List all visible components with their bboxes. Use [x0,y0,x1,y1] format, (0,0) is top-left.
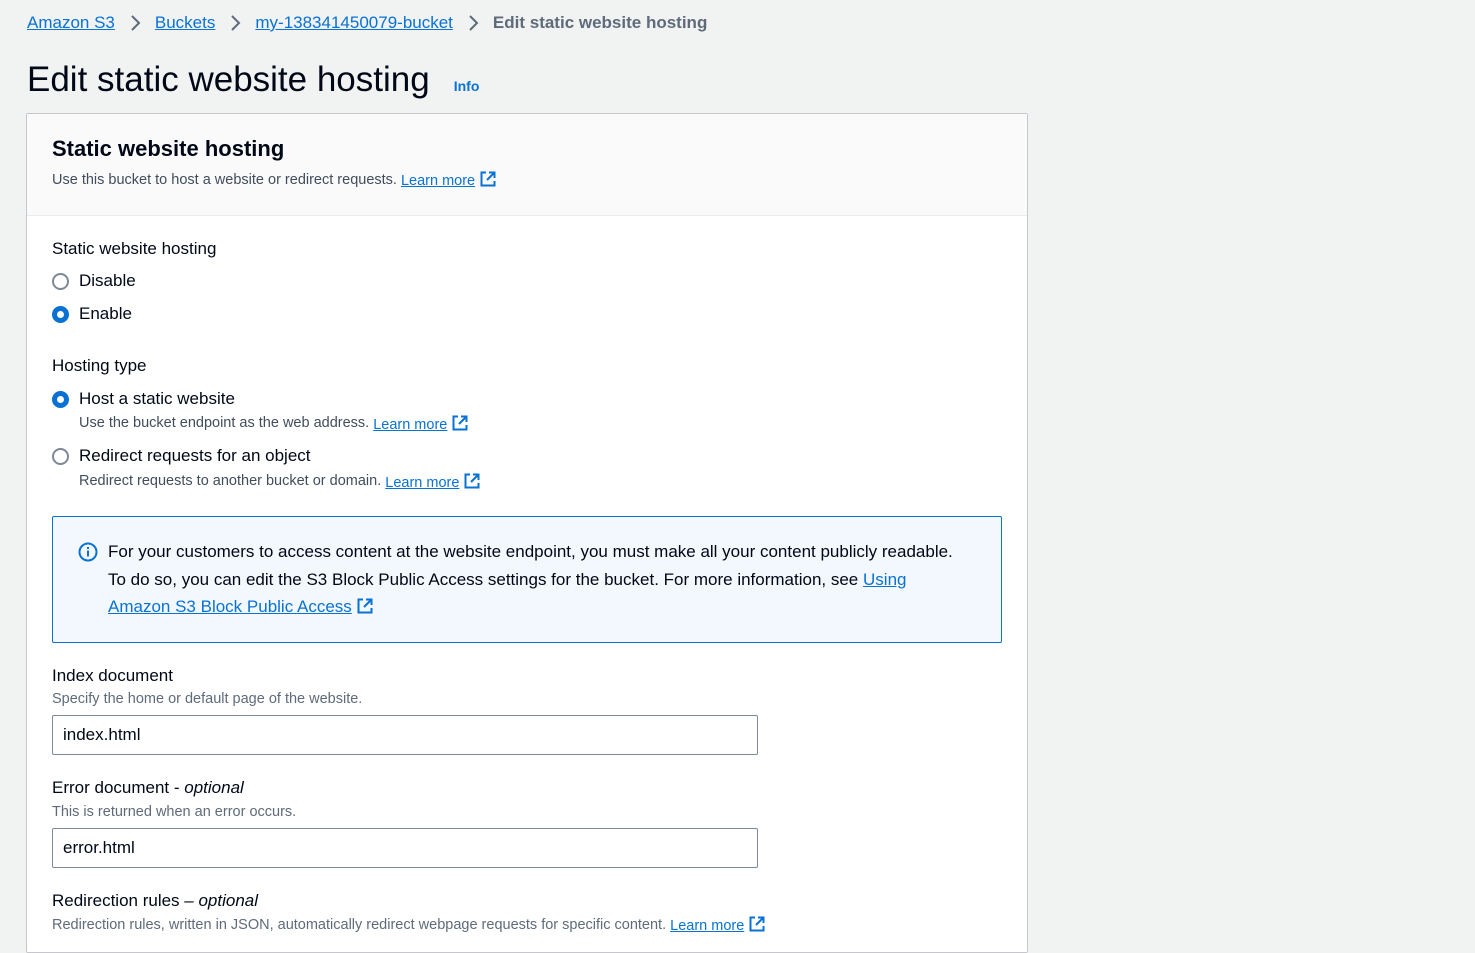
radio-description: Redirect requests to another bucket or d… [52,470,481,492]
external-link-icon [451,414,469,432]
index-document-input[interactable]: index.html [52,715,758,755]
panel-description-text: Use this bucket to host a website or red… [52,171,397,188]
optional-tag: optional [184,778,244,797]
radio-button[interactable] [52,447,69,465]
learn-more-link[interactable]: Learn more [373,414,469,433]
info-circle-icon [78,542,98,562]
radio-button[interactable] [52,305,69,323]
breadcrumb-amazon-s3[interactable]: Amazon S3 [27,13,115,33]
learn-more-label: Learn more [670,918,745,934]
radio-label: Redirect requests for an object [79,446,311,465]
learn-more-label: Learn more [373,416,448,433]
radio-enable[interactable]: Enable [52,301,132,327]
panel-header: Static website hosting Use this bucket t… [27,114,1027,216]
info-link[interactable]: Info [454,78,480,94]
learn-more-link[interactable]: Learn more [670,915,766,934]
radio-button[interactable] [52,390,69,408]
radio-description-text: Use the bucket endpoint as the web addre… [79,415,370,431]
radio-description: Use the bucket endpoint as the web addre… [52,412,469,434]
breadcrumb: Amazon S3 Buckets my-138341450079-bucket… [27,11,707,35]
redirection-rules-label: Redirection rules – optional [52,891,258,911]
radio-description-text: Redirect requests to another bucket or d… [79,473,382,489]
index-document-hint: Specify the home or default page of the … [52,691,363,707]
radio-disable[interactable]: Disable [52,268,136,294]
hosting-label: Static website hosting [52,239,217,258]
learn-more-link[interactable]: Learn more [401,170,497,189]
breadcrumb-buckets[interactable]: Buckets [155,13,215,33]
radio-redirect-requests[interactable]: Redirect requests for an object [52,443,311,469]
external-link-icon [463,472,481,490]
learn-more-label: Learn more [385,474,460,491]
panel-description: Use this bucket to host a website or red… [52,170,1002,189]
learn-more-label: Learn more [400,173,476,189]
chevron-right-icon [115,11,155,35]
alert-message: For your customers to access content at … [108,538,968,621]
page-header: Edit static website hosting Info [27,60,479,100]
error-document-label: Error document - optional [52,778,244,798]
error-document-label-text: Error document - [52,778,185,797]
index-document-label: Index document [52,666,173,685]
radio-label: Host a static website [79,389,235,408]
page-title: Edit static website hosting [27,60,430,99]
redirection-rules-label-text: Redirection rules – [52,891,199,910]
alert-text: For your customers to access content at … [108,542,953,589]
external-link-icon [748,915,766,933]
radio-label: Enable [79,304,132,323]
optional-tag: optional [198,891,259,910]
radio-button[interactable] [52,272,69,290]
radio-label: Disable [79,271,136,290]
external-link-icon [356,597,374,615]
external-link-icon [479,170,497,188]
breadcrumb-current: Edit static website hosting [492,13,708,32]
panel-title: Static website hosting [52,136,285,161]
hosting-type-label: Hosting type [52,356,147,375]
breadcrumb-bucket[interactable]: my-138341450079-bucket [255,13,453,33]
redirection-rules-hint-text: Redirection rules, written in JSON, auto… [52,916,667,933]
chevron-right-icon [215,11,255,35]
info-alert: For your customers to access content at … [52,516,1002,643]
radio-host-static-website[interactable]: Host a static website [52,386,235,412]
redirection-rules-hint: Redirection rules, written in JSON, auto… [52,915,766,934]
error-document-hint: This is returned when an error occurs. [52,804,297,820]
chevron-right-icon [453,11,493,35]
error-document-input[interactable]: error.html [52,828,758,868]
learn-more-link[interactable]: Learn more [385,472,481,491]
